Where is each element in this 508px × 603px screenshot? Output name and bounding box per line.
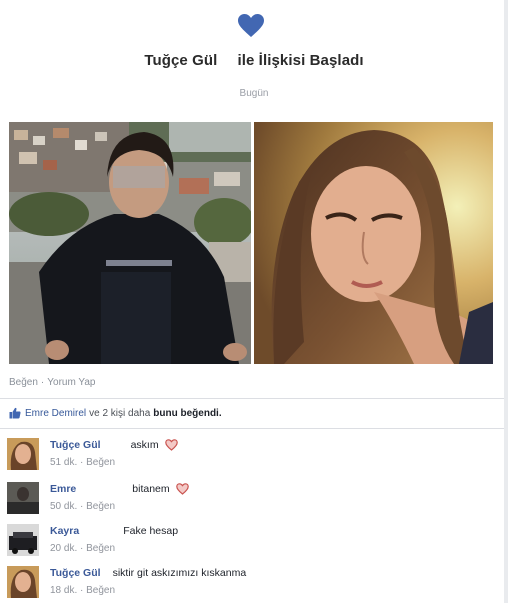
comment-text: Fake hesap (123, 525, 179, 537)
left-profile-photo[interactable] (9, 122, 251, 364)
comment-author[interactable]: Tuğçe Gül (50, 439, 101, 451)
comment-like-link[interactable]: Beğen (86, 585, 115, 596)
comment-time[interactable]: 51 dk. (50, 457, 77, 468)
comment-time[interactable]: 20 dk. (50, 543, 77, 554)
divider (0, 428, 504, 429)
comment-text: bitanem (132, 483, 170, 495)
avatar[interactable] (7, 482, 39, 514)
page-edge (504, 0, 508, 603)
right-profile-photo[interactable] (254, 122, 493, 364)
heart-icon (175, 483, 189, 495)
heart-icon (164, 439, 178, 451)
action-separator: · (40, 377, 45, 388)
comment-link[interactable]: Yorum Yap (47, 377, 95, 388)
comment-time[interactable]: 50 dk. (50, 501, 77, 512)
comment-item: Emre bitanem 50 dk. · Beğen (7, 482, 497, 516)
likes-suffix: bunu beğendi. (153, 407, 222, 419)
avatar[interactable] (7, 524, 39, 556)
like-link[interactable]: Beğen (9, 377, 38, 388)
event-date: Bugün (239, 88, 269, 99)
post-actions: Beğen · Yorum Yap (9, 377, 98, 388)
avatar[interactable] (7, 438, 39, 470)
comment-author[interactable]: Emre (50, 483, 76, 495)
comment-item: Tuğçe Gül siktir git askızımızı kıskanma … (7, 566, 497, 600)
avatar[interactable] (7, 566, 39, 598)
heart-icon (238, 14, 264, 37)
event-partner-name[interactable]: Tuğçe Gül (144, 52, 217, 69)
comment-like-link[interactable]: Beğen (86, 543, 115, 554)
life-event-post: Tuğçe Gül ile İlişkisi Başladı Bugün Beğ… (0, 0, 508, 603)
comment-time[interactable]: 18 dk. (50, 585, 77, 596)
comment-text: askım (130, 439, 159, 451)
comment-item: Kayra Fake hesap 20 dk. · Beğen (7, 524, 497, 558)
comment-like-link[interactable]: Beğen (86, 457, 115, 468)
thumbs-up-icon (9, 407, 21, 419)
divider (0, 398, 504, 399)
comment-author[interactable]: Tuğçe Gül (50, 567, 101, 579)
comment-like-link[interactable]: Beğen (86, 501, 115, 512)
likes-summary: Emre Demirel ve 2 kişi daha bunu beğendi… (9, 407, 222, 419)
comment-item: Tuğçe Gül askım 51 dk. · Beğen (7, 438, 497, 472)
comment-author[interactable]: Kayra (50, 525, 79, 537)
comment-text: siktir git askızımızı kıskanma (112, 567, 247, 579)
liker-name[interactable]: Emre Demirel (25, 408, 86, 419)
event-description: ile İlişkisi Başladı (237, 52, 364, 69)
likes-others[interactable]: ve 2 kişi daha (89, 408, 150, 419)
event-title: Tuğçe Gül ile İlişkisi Başladı (0, 52, 508, 69)
